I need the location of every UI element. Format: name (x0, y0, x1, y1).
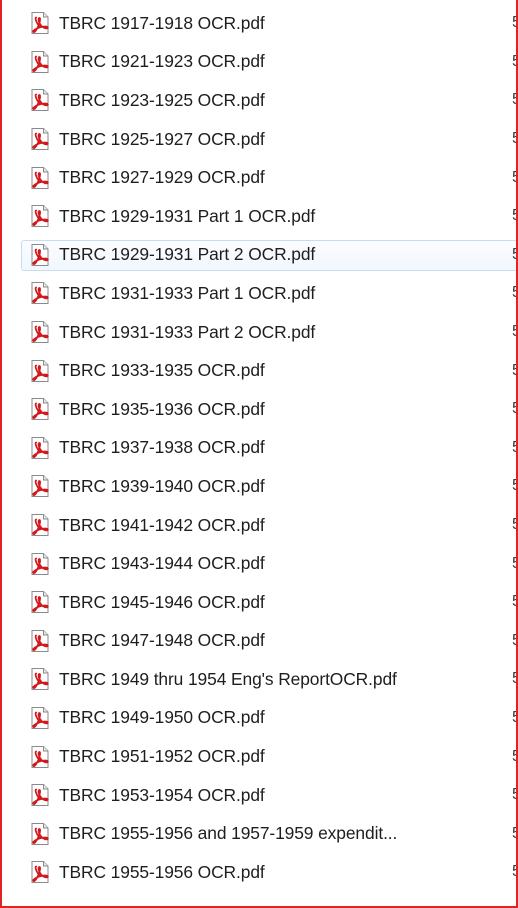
file-name: TBRC 1955-1956 and 1957-1959 expendit... (59, 823, 398, 844)
file-name: TBRC 1943-1944 OCR.pdf (59, 553, 265, 574)
pdf-file-icon (28, 11, 52, 35)
file-row[interactable]: TBRC 1945-1946 OCR.pdf 5 (2, 583, 516, 622)
pdf-file-icon (28, 706, 52, 730)
pdf-file-icon (28, 166, 52, 190)
file-row[interactable]: TBRC 1925-1927 OCR.pdf 5 (2, 120, 516, 159)
pdf-file-icon (28, 860, 52, 884)
file-name: TBRC 1937-1938 OCR.pdf (59, 437, 265, 458)
pdf-file-icon (28, 667, 52, 691)
file-name: TBRC 1931-1933 Part 2 OCR.pdf (59, 321, 316, 342)
file-row[interactable]: TBRC 1947-1948 OCR.pdf 5 (2, 622, 516, 661)
file-name: TBRC 1933-1935 OCR.pdf (59, 360, 265, 381)
file-name: TBRC 1951-1952 OCR.pdf (59, 746, 265, 767)
pdf-file-icon (28, 783, 52, 807)
file-name: TBRC 1947-1948 OCR.pdf (59, 630, 265, 651)
file-row[interactable]: TBRC 1951-1952 OCR.pdf 5 (2, 737, 516, 776)
pdf-file-icon (28, 552, 52, 576)
file-row[interactable]: TBRC 1929-1931 Part 1 OCR.pdf 5 (2, 197, 516, 236)
file-row[interactable]: TBRC 1949 thru 1954 Eng's ReportOCR.pdf 5 (2, 660, 516, 699)
pdf-file-icon (28, 745, 52, 769)
file-row[interactable]: TBRC 1953-1954 OCR.pdf 5 (2, 776, 516, 815)
file-name: TBRC 1927-1929 OCR.pdf (59, 167, 265, 188)
file-row[interactable]: TBRC 1937-1938 OCR.pdf 5 (2, 429, 516, 468)
file-name: TBRC 1929-1931 Part 2 OCR.pdf (59, 244, 316, 265)
file-row[interactable]: TBRC 1943-1944 OCR.pdf 5 (2, 544, 516, 583)
pdf-file-icon (28, 243, 52, 267)
file-date-column-cutoff: 5 (512, 593, 516, 611)
file-name: TBRC 1941-1942 OCR.pdf (59, 514, 265, 535)
file-name: TBRC 1925-1927 OCR.pdf (59, 128, 265, 149)
pdf-file-icon (28, 513, 52, 537)
file-date-column-cutoff: 5 (512, 14, 516, 32)
file-date-column-cutoff: 5 (512, 670, 516, 688)
file-row[interactable]: TBRC 1939-1940 OCR.pdf 5 (2, 467, 516, 506)
file-date-column-cutoff: 5 (512, 362, 516, 380)
file-name: TBRC 1955-1956 OCR.pdf (59, 861, 265, 882)
file-name: TBRC 1939-1940 OCR.pdf (59, 475, 265, 496)
file-date-column-cutoff: 5 (512, 709, 516, 727)
file-row[interactable]: TBRC 1933-1935 OCR.pdf 5 (2, 351, 516, 390)
file-date-column-cutoff: 5 (512, 516, 516, 534)
file-date-column-cutoff: 5 (512, 555, 516, 573)
file-row[interactable]: TBRC 1955-1956 and 1957-1959 expendit...… (2, 814, 516, 853)
file-name: TBRC 1931-1933 Part 1 OCR.pdf (59, 282, 316, 303)
file-name: TBRC 1921-1923 OCR.pdf (59, 51, 265, 72)
pdf-file-icon (28, 359, 52, 383)
file-date-column-cutoff: 5 (512, 284, 516, 302)
pdf-file-icon (28, 474, 52, 498)
pdf-file-icon (28, 822, 52, 846)
file-date-column-cutoff: 5 (512, 748, 516, 766)
file-date-column-cutoff: 5 (512, 323, 516, 341)
pdf-file-icon (28, 88, 52, 112)
file-date-column-cutoff: 5 (512, 439, 516, 457)
file-list: TBRC 1917-1918 OCR.pdf5TBRC 1921-1923 OC… (2, 4, 516, 892)
pdf-file-icon (28, 397, 52, 421)
file-date-column-cutoff: 5 (512, 130, 516, 148)
file-name: TBRC 1945-1946 OCR.pdf (59, 591, 265, 612)
pdf-file-icon (28, 281, 52, 305)
pdf-file-icon (28, 436, 52, 460)
file-row[interactable]: TBRC 1921-1923 OCR.pdf 5 (2, 43, 516, 82)
file-row[interactable]: TBRC 1941-1942 OCR.pdf 5 (2, 506, 516, 545)
pdf-file-icon (28, 590, 52, 614)
file-date-column-cutoff: 5 (512, 632, 516, 650)
file-row[interactable]: TBRC 1955-1956 OCR.pdf 5 (2, 853, 516, 892)
file-name: TBRC 1949 thru 1954 Eng's ReportOCR.pdf (59, 668, 397, 689)
file-date-column-cutoff: 5 (512, 91, 516, 109)
pdf-file-icon (28, 320, 52, 344)
file-name: TBRC 1949-1950 OCR.pdf (59, 707, 265, 728)
file-name: TBRC 1917-1918 OCR.pdf (59, 12, 265, 33)
file-row[interactable]: TBRC 1929-1931 Part 2 OCR.pdf 5 (2, 236, 516, 275)
file-row[interactable]: TBRC 1931-1933 Part 2 OCR.pdf 5 (2, 313, 516, 352)
pdf-file-icon (28, 204, 52, 228)
file-date-column-cutoff: 5 (512, 53, 516, 71)
file-row[interactable]: TBRC 1923-1925 OCR.pdf 5 (2, 81, 516, 120)
pdf-file-icon (28, 127, 52, 151)
file-date-column-cutoff: 5 (512, 863, 516, 881)
pdf-file-icon (28, 50, 52, 74)
file-list-panel: TBRC 1917-1918 OCR.pdf5TBRC 1921-1923 OC… (0, 0, 518, 908)
file-name: TBRC 1929-1931 Part 1 OCR.pdf (59, 205, 316, 226)
file-date-column-cutoff: 5 (512, 786, 516, 804)
file-date-column-cutoff: 5 (512, 169, 516, 187)
file-date-column-cutoff: 5 (512, 477, 516, 495)
file-row[interactable]: TBRC 1949-1950 OCR.pdf 5 (2, 699, 516, 738)
file-date-column-cutoff: 5 (512, 825, 516, 843)
file-date-column-cutoff: 5 (512, 246, 516, 264)
file-date-column-cutoff: 5 (512, 400, 516, 418)
file-row[interactable]: TBRC 1917-1918 OCR.pdf 5 (2, 4, 516, 43)
file-row[interactable]: TBRC 1931-1933 Part 1 OCR.pdf 5 (2, 274, 516, 313)
file-date-column-cutoff: 5 (512, 207, 516, 225)
file-name: TBRC 1923-1925 OCR.pdf (59, 89, 265, 110)
file-row[interactable]: TBRC 1935-1936 OCR.pdf 5 (2, 390, 516, 429)
file-row[interactable]: TBRC 1927-1929 OCR.pdf 5 (2, 158, 516, 197)
file-name: TBRC 1935-1936 OCR.pdf (59, 398, 265, 419)
file-name: TBRC 1953-1954 OCR.pdf (59, 784, 265, 805)
pdf-file-icon (28, 629, 52, 653)
